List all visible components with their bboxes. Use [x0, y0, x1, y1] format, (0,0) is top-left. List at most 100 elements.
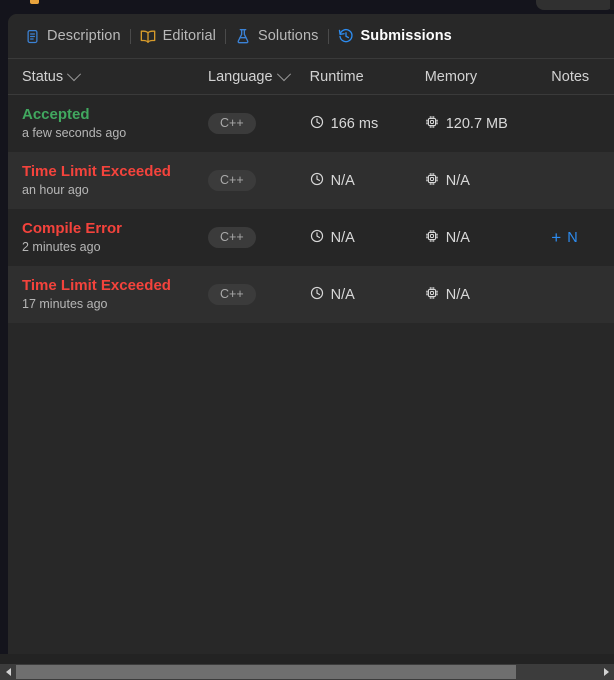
- tab-separator: [224, 28, 226, 44]
- submissions-card: Description Editorial Solutions Submissi…: [8, 14, 614, 654]
- top-right-panel-peek: [536, 0, 614, 10]
- language-badge: C++: [208, 283, 256, 306]
- cell-status: Compile Error 2 minutes ago: [8, 220, 208, 256]
- cell-status: Accepted a few seconds ago: [8, 106, 208, 142]
- language-badge: C++: [208, 169, 256, 192]
- plus-icon: +: [551, 228, 562, 247]
- cell-memory: 120.7 MB: [425, 115, 552, 133]
- document-icon: [24, 28, 40, 44]
- scrollbar-thumb[interactable]: [16, 665, 516, 679]
- table-row[interactable]: Accepted a few seconds ago C++ 166 ms 12…: [8, 95, 614, 152]
- clock-icon: [310, 115, 324, 133]
- cell-language: C++: [208, 226, 310, 249]
- column-header-status-label: Status: [22, 68, 64, 85]
- memory-value: N/A: [445, 172, 470, 189]
- scroll-right-arrow-icon[interactable]: [598, 664, 614, 680]
- scrollbar-track[interactable]: [16, 664, 598, 680]
- tab-label-solutions: Solutions: [257, 28, 319, 44]
- tab-submissions[interactable]: Submissions: [332, 24, 458, 48]
- column-header-status[interactable]: Status: [8, 66, 208, 85]
- cell-runtime: 166 ms: [310, 115, 425, 133]
- status-badge: Compile Error: [22, 219, 123, 237]
- add-note-button[interactable]: + N: [551, 229, 577, 246]
- table-row[interactable]: Time Limit Exceeded 17 minutes ago C++ N…: [8, 266, 614, 323]
- runtime-value: N/A: [330, 286, 355, 303]
- runtime-metric: 166 ms: [310, 115, 379, 133]
- tab-separator: [129, 28, 131, 44]
- column-header-notes: Notes: [551, 69, 614, 85]
- cell-runtime: N/A: [310, 286, 425, 304]
- table-empty-area: [8, 323, 614, 643]
- add-note-label: N: [567, 229, 578, 246]
- runtime-value: 166 ms: [330, 115, 379, 132]
- memory-metric: N/A: [425, 286, 470, 304]
- chevron-down-icon: [276, 66, 291, 81]
- runtime-value: N/A: [330, 172, 355, 189]
- tab-label-editorial: Editorial: [162, 28, 216, 44]
- cell-memory: N/A: [425, 172, 552, 190]
- table-row[interactable]: Compile Error 2 minutes ago C++ N/A N/A …: [8, 209, 614, 266]
- cell-language: C++: [208, 283, 310, 306]
- column-header-language-label: Language: [208, 68, 273, 85]
- cell-runtime: N/A: [310, 229, 425, 247]
- tab-label-submissions: Submissions: [360, 28, 452, 44]
- runtime-metric: N/A: [310, 229, 355, 247]
- runtime-metric: N/A: [310, 172, 355, 190]
- cell-memory: N/A: [425, 286, 552, 304]
- language-badge: C++: [208, 226, 256, 249]
- tab-description[interactable]: Description: [18, 24, 127, 48]
- status-badge: Time Limit Exceeded: [22, 162, 171, 180]
- clock-icon: [310, 229, 324, 247]
- table-header-row: Status Language Runtime Memory Notes: [8, 58, 614, 95]
- problem-tabbar: Description Editorial Solutions Submissi…: [8, 14, 614, 58]
- column-header-language[interactable]: Language: [208, 66, 310, 85]
- tab-separator: [327, 28, 329, 44]
- submissions-table: Status Language Runtime Memory Notes Acc…: [8, 58, 614, 643]
- memory-metric: 120.7 MB: [425, 115, 508, 133]
- cpu-chip-icon: [425, 229, 439, 247]
- chevron-down-icon: [67, 66, 82, 81]
- scroll-left-arrow-icon[interactable]: [0, 664, 16, 680]
- cell-language: C++: [208, 112, 310, 135]
- memory-value: N/A: [445, 286, 470, 303]
- tab-editorial[interactable]: Editorial: [134, 24, 222, 48]
- column-header-memory: Memory: [425, 69, 552, 85]
- runtime-value: N/A: [330, 229, 355, 246]
- cpu-chip-icon: [425, 286, 439, 304]
- memory-value: N/A: [445, 229, 470, 246]
- memory-metric: N/A: [425, 229, 470, 247]
- clock-icon: [310, 286, 324, 304]
- cpu-chip-icon: [425, 115, 439, 133]
- cell-memory: N/A: [425, 229, 552, 247]
- submissions-page: Description Editorial Solutions Submissi…: [0, 0, 614, 680]
- memory-metric: N/A: [425, 172, 470, 190]
- book-icon: [140, 28, 156, 44]
- cell-runtime: N/A: [310, 172, 425, 190]
- column-header-runtime: Runtime: [310, 69, 425, 85]
- cell-notes: + N: [551, 229, 614, 246]
- flask-icon: [235, 28, 251, 44]
- cell-status: Time Limit Exceeded an hour ago: [8, 163, 208, 199]
- column-header-memory-label: Memory: [424, 68, 478, 85]
- top-right-panel-edge: [610, 0, 614, 10]
- runtime-metric: N/A: [310, 286, 355, 304]
- top-orange-indicator: [30, 0, 39, 4]
- status-badge: Time Limit Exceeded: [22, 276, 171, 294]
- horizontal-scrollbar[interactable]: [0, 664, 614, 680]
- memory-value: 120.7 MB: [445, 115, 508, 132]
- language-badge: C++: [208, 112, 256, 135]
- submission-time: 17 minutes ago: [22, 297, 108, 312]
- submission-time: 2 minutes ago: [22, 240, 101, 255]
- tab-label-description: Description: [47, 28, 121, 44]
- cell-language: C++: [208, 169, 310, 192]
- column-header-runtime-label: Runtime: [309, 68, 364, 85]
- column-header-notes-label: Notes: [551, 68, 590, 85]
- status-badge: Accepted: [22, 105, 90, 123]
- cell-status: Time Limit Exceeded 17 minutes ago: [8, 277, 208, 313]
- submission-time: an hour ago: [22, 183, 89, 198]
- history-clock-icon: [338, 28, 354, 44]
- cpu-chip-icon: [425, 172, 439, 190]
- tab-solutions[interactable]: Solutions: [229, 24, 325, 48]
- table-row[interactable]: Time Limit Exceeded an hour ago C++ N/A …: [8, 152, 614, 209]
- clock-icon: [310, 172, 324, 190]
